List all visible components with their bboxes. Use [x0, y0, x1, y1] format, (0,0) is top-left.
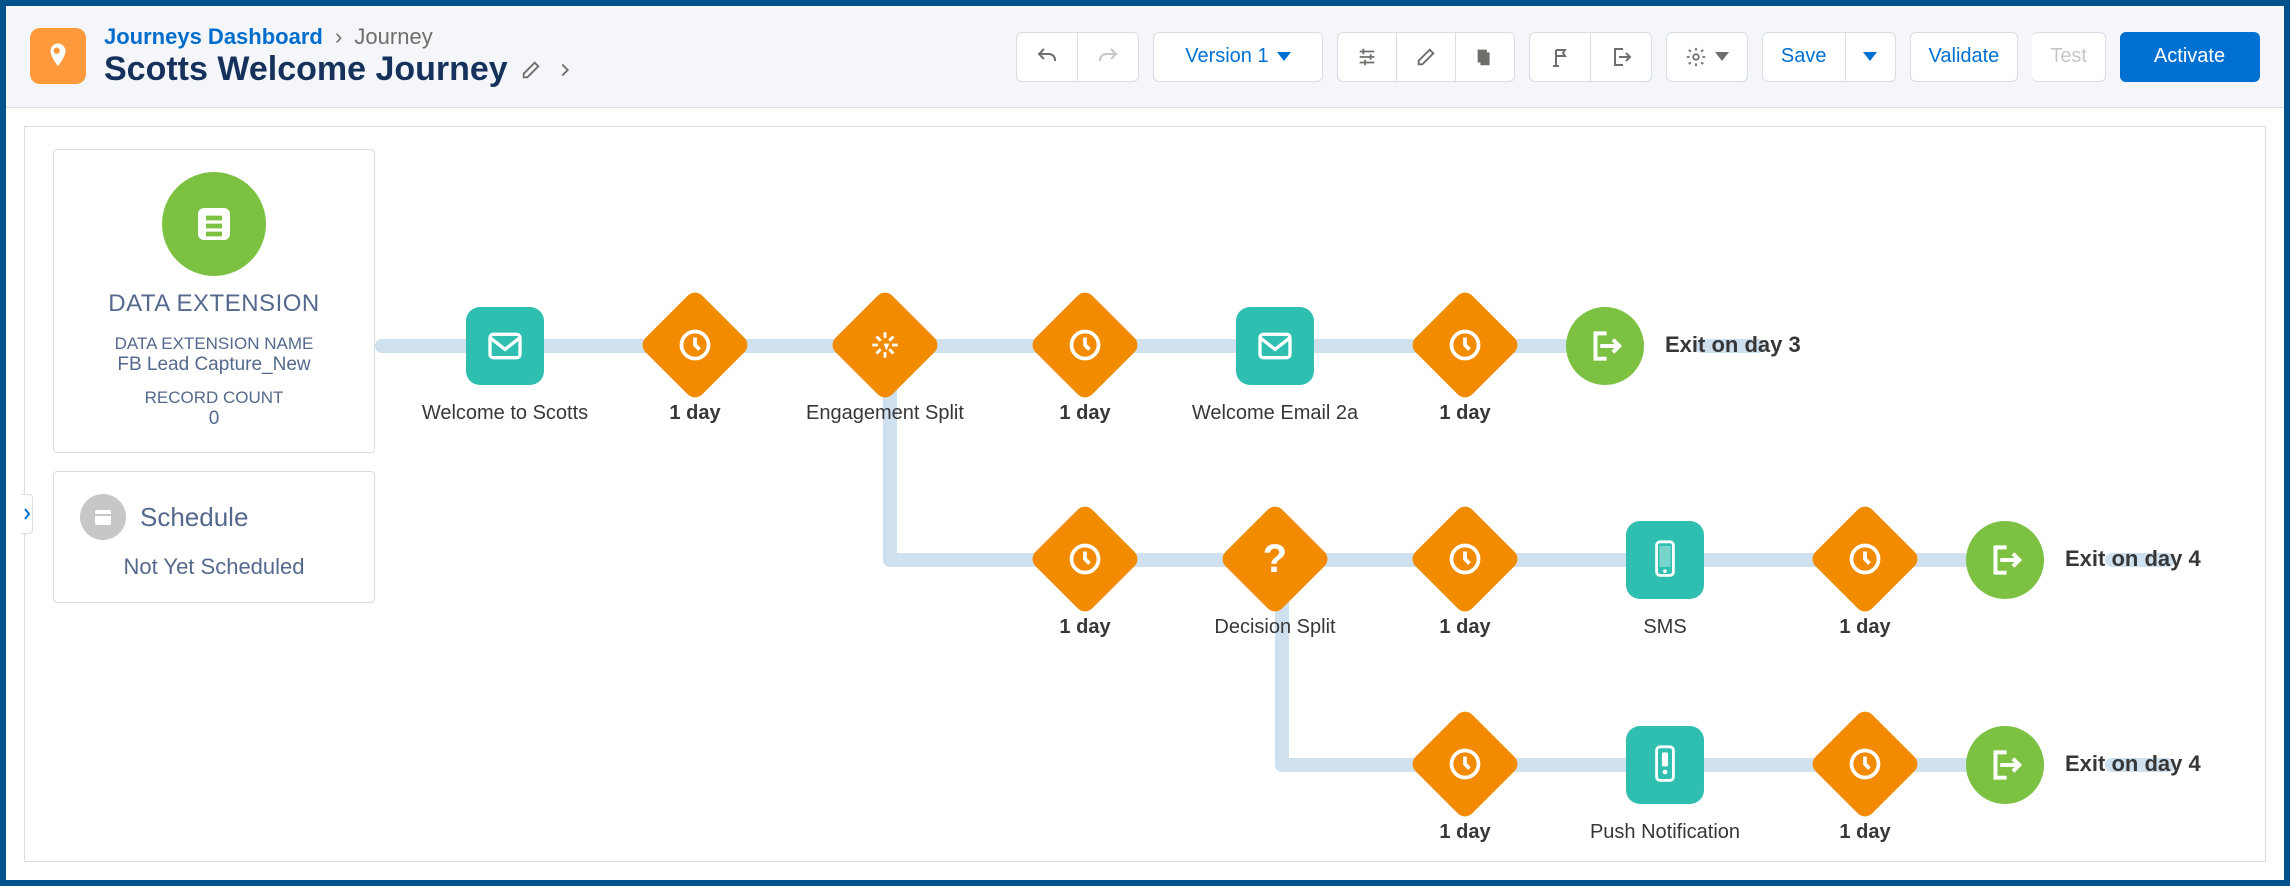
- exit-icon: [1966, 726, 2044, 804]
- flow-area: Welcome to Scotts 1 day Engagement Split…: [405, 167, 2255, 861]
- node-label: 1 day: [1365, 615, 1565, 640]
- node-label: 1 day: [985, 401, 1185, 426]
- schedule-status: Not Yet Scheduled: [72, 554, 356, 580]
- decision-split-icon: ?: [1218, 502, 1331, 615]
- wait-icon: [1028, 502, 1141, 615]
- node-wait-1[interactable]: 1 day: [595, 305, 795, 426]
- activate-button[interactable]: Activate: [2120, 32, 2260, 82]
- node-label: Welcome to Scotts: [405, 401, 605, 426]
- email-icon: [466, 307, 544, 385]
- breadcrumb[interactable]: Journeys Dashboard › Journey: [104, 24, 576, 50]
- goal-exit-group: [1529, 32, 1652, 82]
- copy-button[interactable]: [1456, 32, 1515, 82]
- exit-criteria-button[interactable]: [1591, 32, 1652, 82]
- sms-icon: [1626, 521, 1704, 599]
- node-label: 1 day: [1765, 615, 1965, 640]
- redo-button[interactable]: [1078, 32, 1139, 82]
- node-label: Welcome Email 2a: [1175, 401, 1375, 426]
- title-block: Journeys Dashboard › Journey Scotts Welc…: [30, 24, 1002, 89]
- exit-label-2: Exit on day 4: [2065, 546, 2201, 572]
- breadcrumb-root[interactable]: Journeys Dashboard: [104, 24, 323, 49]
- journey-canvas[interactable]: DATA EXTENSION DATA EXTENSION NAME FB Le…: [24, 126, 2266, 862]
- data-extension-icon: [162, 172, 266, 276]
- node-wait-3[interactable]: 1 day: [1365, 305, 1565, 426]
- node-label: Push Notification: [1565, 820, 1765, 845]
- view-toggle-group: [1337, 32, 1515, 82]
- push-icon: [1626, 726, 1704, 804]
- save-group: Save: [1762, 32, 1896, 82]
- page-title: Scotts Welcome Journey: [104, 50, 508, 89]
- engagement-split-icon: [828, 288, 941, 401]
- exit-label-3: Exit on day 4: [2065, 751, 2201, 777]
- settings-dropdown[interactable]: [1666, 32, 1748, 82]
- node-label: SMS: [1565, 615, 1765, 640]
- schedule-card[interactable]: Schedule Not Yet Scheduled: [53, 471, 375, 603]
- schedule-heading: Schedule: [140, 502, 248, 533]
- wait-icon: [1028, 288, 1141, 401]
- caret-down-icon: [1277, 52, 1291, 61]
- node-decision-split[interactable]: ? Decision Split: [1175, 519, 1375, 640]
- node-wait-7[interactable]: 1 day: [1365, 724, 1565, 845]
- node-label: Engagement Split: [785, 401, 985, 426]
- node-label: 1 day: [595, 401, 795, 426]
- version-dropdown[interactable]: Version 1: [1153, 32, 1323, 82]
- wait-icon: [1808, 707, 1921, 820]
- exit-icon: [1566, 307, 1644, 385]
- save-button[interactable]: Save: [1762, 32, 1846, 82]
- de-name-value: FB Lead Capture_New: [72, 354, 356, 376]
- node-wait-4[interactable]: 1 day: [985, 519, 1185, 640]
- expand-handle[interactable]: [21, 494, 33, 534]
- edit-title-icon[interactable]: [520, 59, 542, 81]
- wait-icon: [1808, 502, 1921, 615]
- sliders-button[interactable]: [1337, 32, 1397, 82]
- node-exit-2[interactable]: [1965, 521, 2045, 599]
- breadcrumb-separator: ›: [329, 24, 348, 49]
- save-menu-button[interactable]: [1846, 32, 1896, 82]
- journey-app-icon: [30, 28, 86, 84]
- wait-icon: [1408, 707, 1521, 820]
- wait-icon: [1408, 502, 1521, 615]
- wait-icon: [1408, 288, 1521, 401]
- calendar-icon: [80, 494, 126, 540]
- node-push[interactable]: Push Notification: [1565, 726, 1765, 845]
- entry-heading: DATA EXTENSION: [72, 290, 356, 318]
- node-engagement-split[interactable]: Engagement Split: [785, 305, 985, 426]
- node-wait-6[interactable]: 1 day: [1765, 519, 1965, 640]
- node-label: 1 day: [1365, 820, 1565, 845]
- gear-icon: [1685, 46, 1707, 68]
- node-exit-1[interactable]: [1565, 307, 1645, 385]
- exit-label-1: Exit on day 3: [1665, 332, 1801, 358]
- caret-down-icon: [1863, 52, 1877, 61]
- node-wait-2[interactable]: 1 day: [985, 305, 1185, 426]
- node-label: Decision Split: [1175, 615, 1375, 640]
- entry-source-card[interactable]: DATA EXTENSION DATA EXTENSION NAME FB Le…: [53, 149, 375, 453]
- email-icon: [1236, 307, 1314, 385]
- test-button[interactable]: Test: [2032, 32, 2106, 82]
- toolbar: Journeys Dashboard › Journey Scotts Welc…: [6, 6, 2284, 108]
- wait-icon: [638, 288, 751, 401]
- de-name-label: DATA EXTENSION NAME: [72, 334, 356, 354]
- node-label: 1 day: [1765, 820, 1965, 845]
- node-exit-3[interactable]: [1965, 726, 2045, 804]
- chevron-right-icon[interactable]: [554, 59, 576, 81]
- undo-button[interactable]: [1016, 32, 1078, 82]
- validate-button[interactable]: Validate: [1910, 32, 2019, 82]
- node-sms[interactable]: SMS: [1565, 521, 1765, 640]
- breadcrumb-leaf: Journey: [354, 24, 432, 49]
- undo-redo-group: [1016, 32, 1139, 82]
- edit-button[interactable]: [1397, 32, 1456, 82]
- record-count-label: RECORD COUNT: [72, 388, 356, 408]
- node-wait-5[interactable]: 1 day: [1365, 519, 1565, 640]
- node-wait-8[interactable]: 1 day: [1765, 724, 1965, 845]
- goal-button[interactable]: [1529, 32, 1591, 82]
- node-label: 1 day: [1365, 401, 1565, 426]
- node-email-2[interactable]: Welcome Email 2a: [1175, 307, 1375, 426]
- exit-icon: [1966, 521, 2044, 599]
- node-label: 1 day: [985, 615, 1185, 640]
- record-count-value: 0: [72, 408, 356, 430]
- version-label: Version 1: [1185, 45, 1268, 68]
- node-email-1[interactable]: Welcome to Scotts: [405, 307, 605, 426]
- caret-down-icon: [1715, 52, 1729, 61]
